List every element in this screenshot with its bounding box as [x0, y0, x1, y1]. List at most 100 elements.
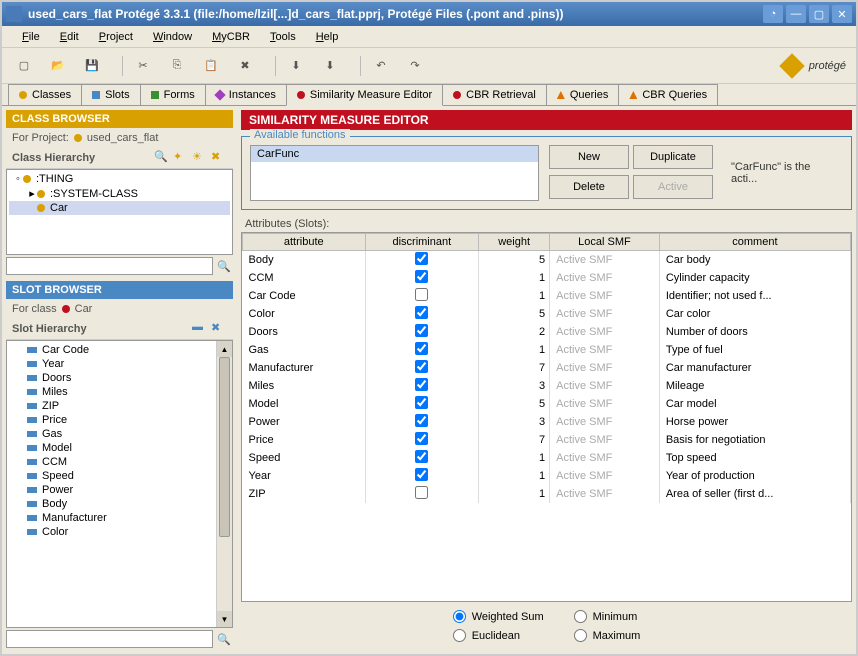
class-action1-icon[interactable]: 🔍	[154, 150, 170, 166]
column-header[interactable]: comment	[659, 234, 850, 251]
minimize-button[interactable]: —	[786, 5, 806, 23]
discriminant-checkbox[interactable]	[415, 378, 428, 391]
menu-edit[interactable]: Edit	[50, 31, 89, 43]
slot-tree-item[interactable]: CCM	[9, 455, 230, 469]
discriminant-checkbox[interactable]	[415, 396, 428, 409]
slot-tree-item[interactable]: Miles	[9, 385, 230, 399]
discriminant-checkbox[interactable]	[415, 432, 428, 445]
discriminant-checkbox[interactable]	[415, 270, 428, 283]
table-row[interactable]: Year1Active SMFYear of production	[243, 467, 851, 485]
open-file-icon[interactable]: 📂	[46, 54, 70, 78]
slot-tree-item[interactable]: Car Code	[9, 343, 230, 357]
column-header[interactable]: discriminant	[365, 234, 479, 251]
slot-search-icon[interactable]: 🔍	[215, 630, 233, 648]
archive-icon[interactable]: ⬇	[284, 54, 308, 78]
slot-tree-item[interactable]: Price	[9, 413, 230, 427]
class-action4-icon[interactable]: ✖	[211, 150, 227, 166]
tab-slots[interactable]: Slots	[81, 84, 140, 105]
tab-classes[interactable]: Classes	[8, 84, 82, 105]
table-row[interactable]: Gas1Active SMFType of fuel	[243, 341, 851, 359]
slot-action1-icon[interactable]: ▬	[192, 321, 208, 337]
slot-tree-item[interactable]: ZIP	[9, 399, 230, 413]
discriminant-checkbox[interactable]	[415, 252, 428, 265]
copy-icon[interactable]: ⎘	[165, 54, 189, 78]
tab-cbr-queries[interactable]: CBR Queries	[618, 84, 718, 105]
table-row[interactable]: Color5Active SMFCar color	[243, 305, 851, 323]
class-tree-item[interactable]: Car	[9, 201, 230, 215]
menu-window[interactable]: Window	[143, 31, 202, 43]
slot-tree-item[interactable]: Manufacturer	[9, 511, 230, 525]
column-header[interactable]: weight	[479, 234, 550, 251]
attributes-table[interactable]: attributediscriminantweightLocal SMFcomm…	[242, 233, 851, 503]
discriminant-checkbox[interactable]	[415, 486, 428, 499]
tab-similarity-measure-editor[interactable]: Similarity Measure Editor	[286, 84, 443, 106]
radio-minimum[interactable]: Minimum	[574, 610, 641, 623]
undo-icon[interactable]: ↶	[369, 54, 393, 78]
table-row[interactable]: Speed1Active SMFTop speed	[243, 449, 851, 467]
paste-icon[interactable]: 📋	[199, 54, 223, 78]
class-tree[interactable]: ◦:THING▸:SYSTEM-CLASSCar	[6, 169, 233, 255]
menu-mycbr[interactable]: MyCBR	[202, 31, 260, 43]
maximize-button[interactable]: ▢	[809, 5, 829, 23]
radio-weighted-sum[interactable]: Weighted Sum	[453, 610, 544, 623]
discriminant-checkbox[interactable]	[415, 324, 428, 337]
menu-tools[interactable]: Tools	[260, 31, 306, 43]
discriminant-checkbox[interactable]	[415, 306, 428, 319]
discriminant-checkbox[interactable]	[415, 450, 428, 463]
table-row[interactable]: ZIP1Active SMFArea of seller (first d...	[243, 485, 851, 503]
scroll-up-icon[interactable]: ▲	[217, 341, 232, 357]
slot-tree[interactable]: Car CodeYearDoorsMilesZIPPriceGasModelCC…	[6, 340, 233, 628]
function-item[interactable]: CarFunc	[251, 146, 538, 162]
delete-button[interactable]: Delete	[549, 175, 629, 199]
scroll-down-icon[interactable]: ▼	[217, 611, 232, 627]
table-row[interactable]: Power3Active SMFHorse power	[243, 413, 851, 431]
column-header[interactable]: attribute	[243, 234, 366, 251]
archive2-icon[interactable]: ⬇	[318, 54, 342, 78]
new-button[interactable]: New	[549, 145, 629, 169]
class-action3-icon[interactable]: ☀	[192, 150, 208, 166]
radio-euclidean[interactable]: Euclidean	[453, 629, 544, 642]
table-row[interactable]: Model5Active SMFCar model	[243, 395, 851, 413]
slot-tree-item[interactable]: Doors	[9, 371, 230, 385]
tab-instances[interactable]: Instances	[205, 84, 287, 105]
duplicate-button[interactable]: Duplicate	[633, 145, 713, 169]
slot-tree-item[interactable]: Color	[9, 525, 230, 539]
save-icon[interactable]: 💾	[80, 54, 104, 78]
slot-search-input[interactable]	[6, 630, 213, 648]
table-row[interactable]: Doors2Active SMFNumber of doors	[243, 323, 851, 341]
slot-tree-item[interactable]: Body	[9, 497, 230, 511]
discriminant-checkbox[interactable]	[415, 288, 428, 301]
table-row[interactable]: Miles3Active SMFMileage	[243, 377, 851, 395]
cut-icon[interactable]: ✂	[131, 54, 155, 78]
menu-project[interactable]: Project	[89, 31, 143, 43]
table-row[interactable]: Body5Active SMFCar body	[243, 251, 851, 270]
radio-maximum[interactable]: Maximum	[574, 629, 641, 642]
active-button[interactable]: Active	[633, 175, 713, 199]
new-file-icon[interactable]: ▢	[12, 54, 36, 78]
menu-help[interactable]: Help	[306, 31, 349, 43]
tab-forms[interactable]: Forms	[140, 84, 206, 105]
tab-queries[interactable]: Queries	[546, 84, 620, 105]
slot-tree-item[interactable]: Gas	[9, 427, 230, 441]
scroll-thumb[interactable]	[219, 357, 230, 537]
functions-list[interactable]: CarFunc	[250, 145, 539, 201]
table-row[interactable]: Price7Active SMFBasis for negotiation	[243, 431, 851, 449]
discriminant-checkbox[interactable]	[415, 414, 428, 427]
menu-file[interactable]: File	[12, 31, 50, 43]
class-tree-item[interactable]: ▸:SYSTEM-CLASS	[9, 186, 230, 201]
discriminant-checkbox[interactable]	[415, 360, 428, 373]
table-row[interactable]: Manufacturer7Active SMFCar manufacturer	[243, 359, 851, 377]
slot-tree-item[interactable]: Year	[9, 357, 230, 371]
discriminant-checkbox[interactable]	[415, 342, 428, 355]
delete-icon[interactable]: ✖	[233, 54, 257, 78]
table-row[interactable]: Car Code1Active SMFIdentifier; not used …	[243, 287, 851, 305]
slot-scrollbar[interactable]: ▲ ▼	[216, 341, 232, 627]
close-button[interactable]: ✕	[832, 5, 852, 23]
column-header[interactable]: Local SMF	[550, 234, 660, 251]
redo-icon[interactable]: ↷	[403, 54, 427, 78]
class-search-icon[interactable]: 🔍	[215, 257, 233, 275]
slot-tree-item[interactable]: Speed	[9, 469, 230, 483]
discriminant-checkbox[interactable]	[415, 468, 428, 481]
slot-tree-item[interactable]: Model	[9, 441, 230, 455]
tab-cbr-retrieval[interactable]: CBR Retrieval	[442, 84, 547, 105]
